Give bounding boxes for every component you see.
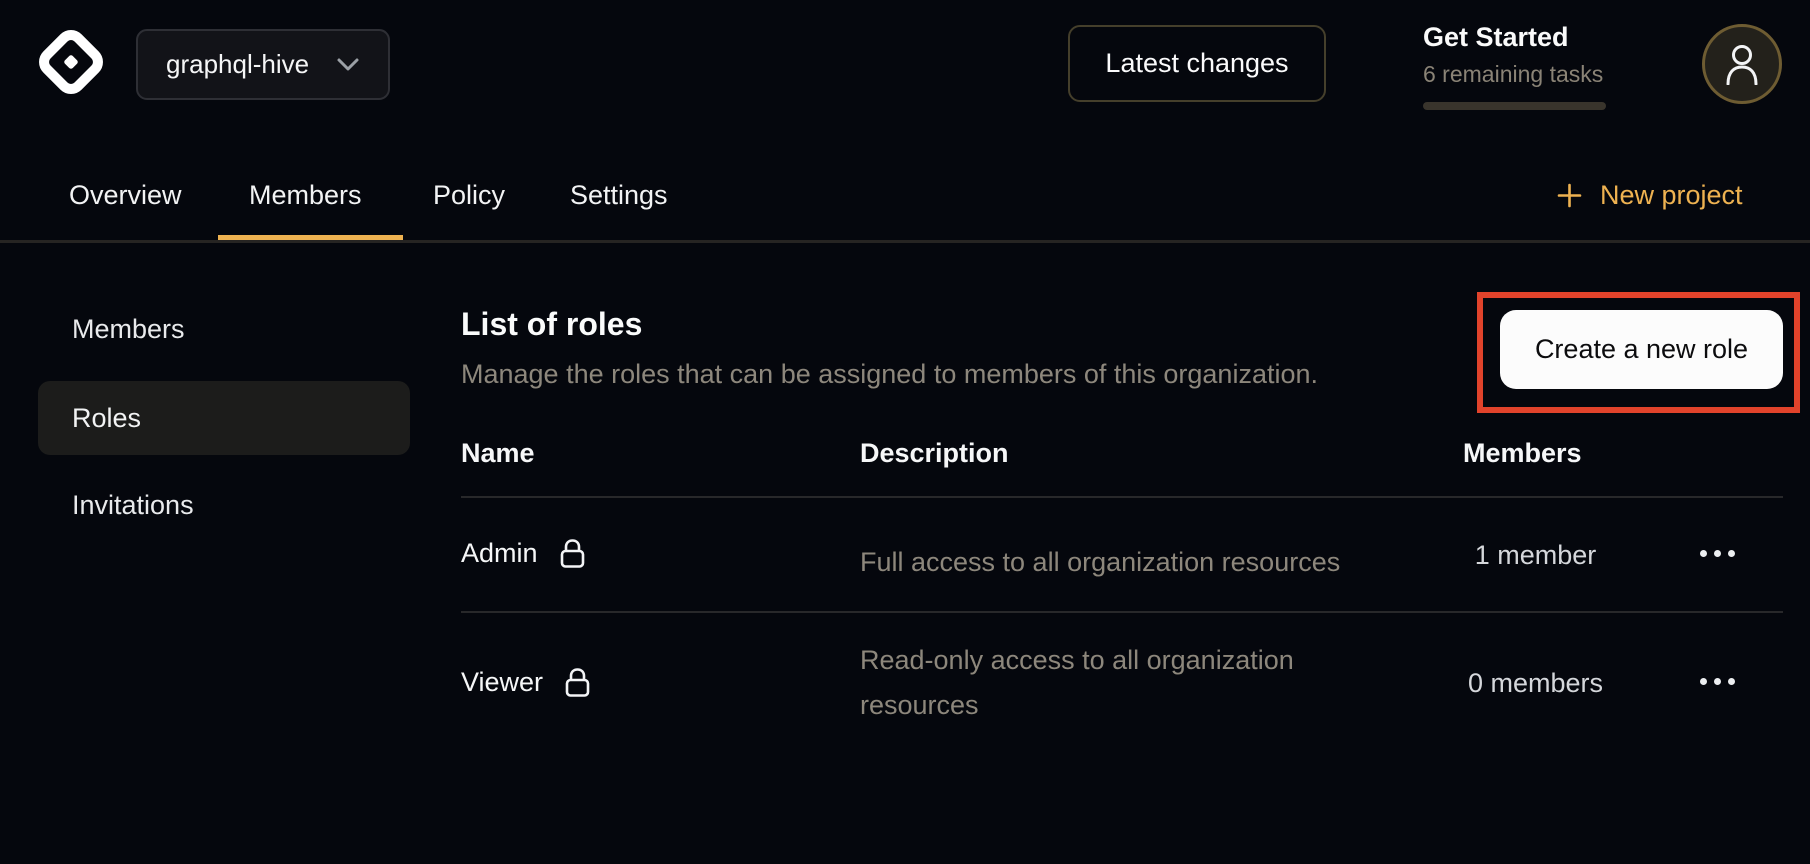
column-header-members: Members <box>1463 438 1582 469</box>
role-name: Viewer <box>461 667 543 698</box>
create-new-role-button[interactable]: Create a new role <box>1500 310 1783 389</box>
table-row-admin-members: 1 member <box>1448 540 1623 571</box>
plus-icon <box>1556 182 1583 209</box>
get-started-remaining-tasks: 6 remaining tasks <box>1423 61 1623 88</box>
row-actions-menu-button[interactable] <box>1694 544 1741 563</box>
table-row-admin-description: Full access to all organization resource… <box>860 540 1340 585</box>
latest-changes-button[interactable]: Latest changes <box>1068 25 1326 102</box>
page-subtitle: Manage the roles that can be assigned to… <box>461 359 1318 390</box>
tab-members[interactable]: Members <box>249 180 362 211</box>
table-row-viewer-members: 0 members <box>1448 668 1623 699</box>
tab-policy[interactable]: Policy <box>433 180 505 211</box>
role-name: Admin <box>461 538 538 569</box>
page-title: List of roles <box>461 306 642 343</box>
chevron-down-icon <box>336 57 360 73</box>
new-project-link[interactable]: New project <box>1556 180 1743 211</box>
tab-settings[interactable]: Settings <box>570 180 668 211</box>
lock-icon <box>559 538 586 569</box>
organization-selector-value: graphql-hive <box>166 49 309 80</box>
user-icon <box>1724 43 1760 85</box>
get-started-progress-bar <box>1423 102 1606 110</box>
row-actions-menu-button[interactable] <box>1694 672 1741 691</box>
ellipsis-icon <box>1700 678 1707 685</box>
column-header-description: Description <box>860 438 1009 469</box>
ellipsis-icon <box>1700 550 1707 557</box>
tab-overview[interactable]: Overview <box>69 180 182 211</box>
sidebar-item-members[interactable]: Members <box>72 314 185 345</box>
organization-selector[interactable]: graphql-hive <box>136 29 390 100</box>
table-divider <box>461 496 1783 498</box>
get-started-title: Get Started <box>1423 22 1623 53</box>
column-header-name: Name <box>461 438 535 469</box>
hive-logo-icon <box>38 28 104 96</box>
table-row-viewer-description: Read-only access to all organization res… <box>860 638 1320 728</box>
sidebar-item-invitations[interactable]: Invitations <box>72 490 194 521</box>
table-divider <box>461 611 1783 613</box>
get-started-widget[interactable]: Get Started 6 remaining tasks <box>1423 22 1623 110</box>
new-project-label: New project <box>1600 180 1743 211</box>
table-row-admin-name: Admin <box>461 538 586 569</box>
user-avatar[interactable] <box>1702 24 1782 104</box>
sidebar-item-roles-label: Roles <box>72 403 141 434</box>
tabbar-divider <box>0 240 1810 243</box>
lock-icon <box>564 667 591 698</box>
table-row-viewer-name: Viewer <box>461 667 591 698</box>
sidebar-item-roles[interactable]: Roles <box>38 381 410 455</box>
app-root: graphql-hive Latest changes Get Started … <box>0 0 1810 864</box>
